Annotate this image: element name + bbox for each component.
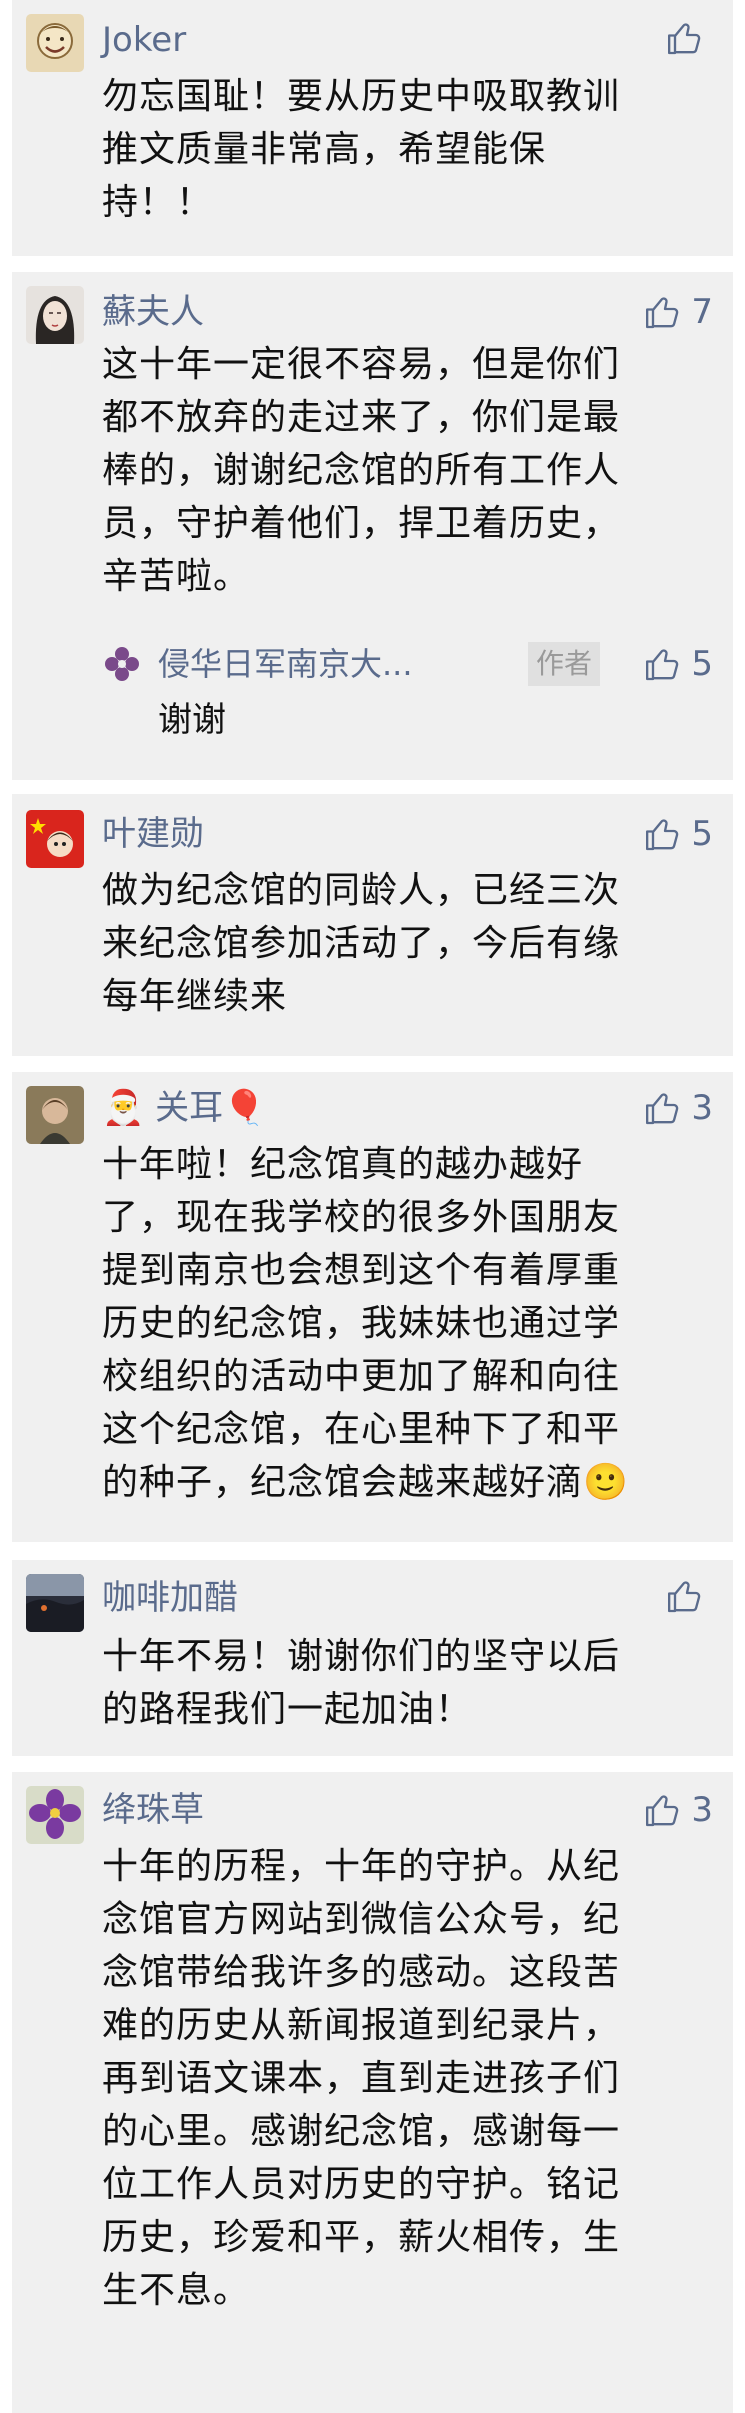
like-button[interactable]: 5 <box>643 812 713 856</box>
thumbs-up-icon <box>646 819 679 851</box>
like-button[interactable]: 5 <box>643 642 713 686</box>
avatar[interactable] <box>26 810 84 868</box>
comment-text: 十年不易！谢谢你们的坚守以后 的路程我们一起加油！ <box>102 1636 621 1730</box>
avatar-flag-icon <box>26 810 84 868</box>
flower-logo-icon <box>105 647 139 681</box>
like-button[interactable] <box>665 1576 713 1616</box>
like-count: 7 <box>691 292 713 332</box>
like-button[interactable]: 3 <box>643 1788 713 1832</box>
thumbs-up-icon <box>646 1795 679 1827</box>
like-count: 3 <box>691 1790 713 1830</box>
comment-feed: Joker 勿忘国耻！要从历史中吸取教训 推文质量非常高，希望能保 持！！ 蘇夫… <box>0 0 745 2413</box>
author-tag: 作者 <box>528 642 601 686</box>
comment-text: 勿忘国耻！要从历史中吸取教训 推文质量非常高，希望能保 持！！ <box>102 76 621 223</box>
thumbs-up-icon <box>668 1581 701 1613</box>
comment-card: 🎅 关耳🎈 3 十年啦！纪念馆真的越办越好 了，现在我学校的很多外国朋友 提到南… <box>12 1072 733 1542</box>
avatar[interactable] <box>26 1574 84 1632</box>
avatar[interactable] <box>26 14 84 72</box>
comment-text: 十年的历程，十年的守护。从纪 念馆官方网站到微信公众号，纪 念馆带给我许多的感动… <box>102 1846 621 2311</box>
comment-card: 咖啡加醋 十年不易！谢谢你们的坚守以后 的路程我们一起加油！ <box>12 1560 733 1756</box>
author-name[interactable]: 侵华日军南京大... <box>158 642 413 686</box>
commenter-name[interactable]: 叶建勋 <box>102 812 204 856</box>
like-button[interactable]: 3 <box>643 1086 713 1130</box>
commenter-name[interactable]: 绛珠草 <box>102 1788 204 1832</box>
reply-text: 谢谢 <box>158 700 226 740</box>
avatar-joker-icon <box>26 14 84 72</box>
avatar-portrait-icon <box>26 1086 84 1144</box>
avatar[interactable] <box>26 286 84 344</box>
like-count: 5 <box>691 814 713 854</box>
avatar[interactable] <box>26 1086 84 1144</box>
author-avatar[interactable] <box>102 644 142 684</box>
avatar[interactable] <box>26 1786 84 1844</box>
thumbs-up-icon <box>668 23 701 55</box>
avatar-portrait-icon <box>26 286 84 344</box>
commenter-name[interactable]: 咖啡加醋 <box>102 1576 238 1620</box>
commenter-name[interactable]: 🎅 关耳🎈 <box>102 1086 265 1130</box>
like-count: 3 <box>691 1088 713 1128</box>
like-button[interactable]: 7 <box>643 290 713 334</box>
comment-card: 绛珠草 3 十年的历程，十年的守护。从纪 念馆官方网站到微信公众号，纪 念馆带给… <box>12 1772 733 2413</box>
comment-card: Joker 勿忘国耻！要从历史中吸取教训 推文质量非常高，希望能保 持！！ <box>12 0 733 256</box>
thumbs-up-icon <box>646 649 679 681</box>
avatar-landscape-icon <box>26 1574 84 1632</box>
avatar-flower-icon <box>26 1786 84 1844</box>
comment-card: 蘇夫人 7 这十年一定很不容易，但是你们 都不放弃的走过来了，你们是最 棒的，谢… <box>12 272 733 780</box>
thumbs-up-icon <box>646 297 679 329</box>
commenter-name[interactable]: 蘇夫人 <box>102 290 204 334</box>
thumbs-up-icon <box>646 1093 679 1125</box>
comment-text: 十年啦！纪念馆真的越办越好 了，现在我学校的很多外国朋友 提到南京也会想到这个有… <box>102 1144 629 1503</box>
like-button[interactable] <box>665 18 713 58</box>
like-count: 5 <box>691 644 713 684</box>
comment-card: 叶建勋 5 做为纪念馆的同龄人，已经三次 来纪念馆参加活动了，今后有缘 每年继续… <box>12 794 733 1056</box>
comment-text: 这十年一定很不容易，但是你们 都不放弃的走过来了，你们是最 棒的，谢谢纪念馆的所… <box>102 344 621 597</box>
commenter-name[interactable]: Joker <box>102 18 186 62</box>
comment-text: 做为纪念馆的同龄人，已经三次 来纪念馆参加活动了，今后有缘 每年继续来 <box>102 870 621 1017</box>
